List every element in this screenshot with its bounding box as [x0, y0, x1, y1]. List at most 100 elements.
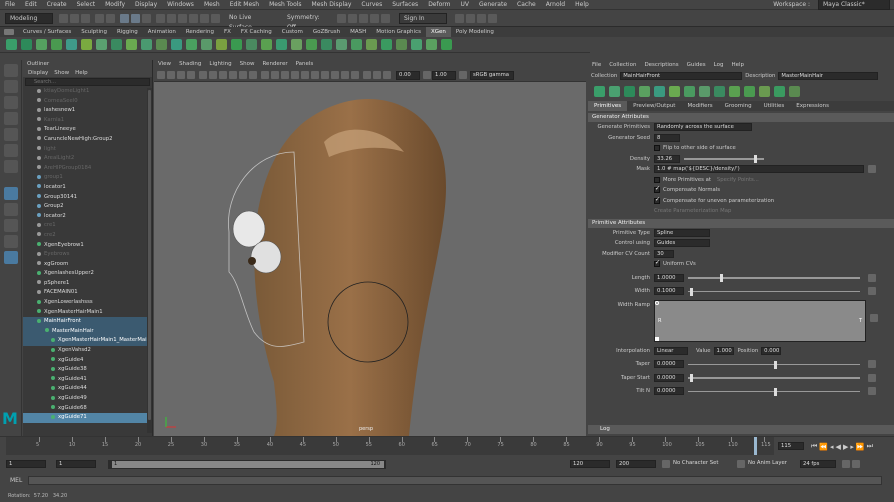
menu-mesh-display[interactable]: Mesh Display — [312, 0, 352, 10]
compensate-normals-checkbox[interactable] — [654, 185, 660, 194]
outliner-item[interactable]: XgenLowerlashsss — [23, 298, 152, 308]
taper-start-slider[interactable] — [688, 374, 860, 382]
xgen-menu-file[interactable]: File — [592, 61, 601, 70]
outliner-item[interactable]: cre1 — [23, 221, 152, 231]
shelf-tab-xgen[interactable]: XGen — [425, 27, 451, 37]
outliner-item[interactable]: MasterMainHair — [23, 326, 152, 337]
viewport-menu-panels[interactable]: Panels — [296, 60, 314, 69]
position-field[interactable]: 0.000 — [761, 346, 782, 355]
width-slider-knob[interactable] — [690, 287, 693, 296]
width-expression-icon[interactable] — [868, 287, 876, 296]
menu-display[interactable]: Display — [135, 0, 157, 10]
density-brush-icon[interactable] — [216, 39, 227, 50]
collection-dropdown[interactable]: MainHairFront — [620, 71, 743, 80]
snap-surface-icon[interactable] — [200, 13, 209, 23]
menu-windows[interactable]: Windows — [167, 0, 194, 10]
shelf-tab-poly-modeling[interactable]: Poly Modeling — [451, 27, 499, 37]
wireframe-icon[interactable] — [261, 71, 269, 79]
outliner-item[interactable]: Group30141 — [23, 193, 152, 203]
menu-mesh-tools[interactable]: Mesh Tools — [269, 0, 301, 10]
outliner-item[interactable]: Karnla1 — [23, 116, 152, 126]
attribute-editor-icon[interactable] — [466, 13, 475, 23]
rebuild-guides-icon[interactable] — [126, 39, 137, 50]
menu-modify[interactable]: Modify — [105, 0, 125, 10]
viewport-menu-show[interactable]: Show — [240, 60, 255, 69]
value-field[interactable]: 1.000 — [713, 346, 734, 355]
taper-start-slider-knob[interactable] — [690, 374, 693, 382]
render-settings-icon[interactable] — [370, 13, 379, 23]
generate-primitives-dropdown[interactable]: Randomly across the surface — [654, 123, 752, 132]
sign-in-button[interactable]: Sign In — [399, 12, 447, 24]
sculpt-guides-icon[interactable] — [81, 39, 92, 50]
step-back-icon[interactable]: ⏪ — [819, 443, 828, 451]
menu-deform[interactable]: Deform — [428, 0, 450, 10]
outliner-item[interactable]: CorneaSeel0 — [23, 97, 152, 107]
history-icon[interactable] — [337, 13, 346, 23]
create-collection-icon[interactable] — [594, 85, 605, 97]
xgen-tab-preview-output[interactable]: Preview/Output — [627, 101, 681, 111]
menu-create[interactable]: Create — [47, 0, 67, 10]
guide-delete-icon[interactable] — [714, 85, 725, 97]
outliner-item[interactable]: xgGroom — [23, 260, 152, 270]
hypershade-icon[interactable] — [381, 13, 390, 23]
bake-guides-icon[interactable] — [156, 39, 167, 50]
outliner-item[interactable]: AreHIPGroup0184 — [23, 164, 152, 174]
symmetry-dropdown[interactable]: Symmetry: Off — [283, 12, 333, 31]
outliner-item[interactable]: ArealLight2 — [23, 154, 152, 164]
shelf-tab-fx-caching[interactable]: FX Caching — [236, 27, 277, 37]
ambient-occlusion-icon[interactable] — [321, 71, 329, 79]
outliner-item[interactable]: lashesnew1 — [23, 106, 152, 116]
xgen-menu-descriptions[interactable]: Descriptions — [644, 61, 678, 70]
control-using-dropdown[interactable]: Guides — [654, 239, 710, 248]
lighting-icon[interactable] — [301, 71, 309, 79]
colorspace-dropdown[interactable]: sRGB gamma — [470, 70, 514, 80]
mask-expression-field[interactable]: 1.0 # map('${DESC}/density/') — [654, 165, 864, 174]
menu-cache[interactable]: Cache — [517, 0, 536, 10]
scene-start-field[interactable]: 1 — [6, 460, 46, 468]
layout-persp-outliner-icon[interactable] — [3, 235, 18, 248]
density-slider[interactable] — [684, 155, 764, 163]
menu-file[interactable]: File — [5, 0, 15, 10]
xgen-menu-collection[interactable]: Collection — [609, 61, 636, 70]
grab-brush-icon[interactable] — [381, 39, 392, 50]
modifier-cv-field[interactable]: 30 — [654, 249, 674, 258]
description-dropdown[interactable]: MasterMainHair — [778, 71, 879, 80]
shelf-tab-fx[interactable]: FX — [219, 27, 236, 37]
guide-split-icon[interactable] — [744, 85, 755, 97]
fps-dropdown[interactable]: 24 fps — [800, 460, 836, 468]
freeze-brush-icon[interactable] — [336, 39, 347, 50]
mode-dropdown[interactable]: Modeling — [5, 12, 53, 24]
ipr-render-icon[interactable] — [359, 13, 368, 23]
xgen-tab-modifiers[interactable]: Modifiers — [681, 101, 718, 111]
outliner-scroll-thumb[interactable] — [148, 90, 151, 420]
gate-mask-icon[interactable] — [229, 71, 237, 79]
outliner-item[interactable]: XgenMasterHairMain1 — [23, 308, 152, 318]
length-expression-icon[interactable] — [868, 273, 876, 282]
xgen-menu-log[interactable]: Log — [714, 61, 724, 70]
length-slider[interactable] — [688, 274, 860, 282]
select-brush-icon[interactable] — [351, 39, 362, 50]
ramp-end-handle[interactable] — [655, 300, 659, 305]
twist-brush-icon[interactable] — [366, 39, 377, 50]
outliner-menu-display[interactable]: Display — [28, 70, 48, 76]
time-slider[interactable]: 5 10 15 20 25 30 35 40 45 50 55 60 65 70 75 80 85 90 95 100… — [0, 436, 894, 456]
width-ramp-widget[interactable]: R T — [654, 299, 866, 342]
groom-settings-icon[interactable] — [441, 39, 452, 50]
last-tool-icon[interactable] — [3, 160, 18, 173]
outliner-item[interactable]: xgGuide68 — [23, 404, 152, 414]
outliner-item[interactable]: xgGuide38 — [23, 365, 152, 375]
layout-single-icon[interactable] — [3, 187, 18, 200]
step-forward-key-icon[interactable]: ▸ — [850, 443, 854, 451]
shelf-tab-rendering[interactable]: Rendering — [181, 27, 219, 37]
compensate-uneven-checkbox[interactable] — [654, 196, 660, 204]
layout-four-icon[interactable] — [3, 203, 18, 216]
xgen-tab-utilities[interactable]: Utilities — [758, 101, 791, 111]
magnet-icon[interactable] — [211, 13, 220, 23]
current-frame-field[interactable]: 115 — [778, 442, 804, 450]
taper-slider[interactable] — [688, 360, 860, 369]
more-primitives-checkbox[interactable] — [654, 176, 660, 183]
outliner-item[interactable]: xgGuide41 — [23, 375, 152, 385]
shelf-tab-custom[interactable]: Custom — [277, 27, 308, 37]
outliner-scrollbar[interactable] — [147, 88, 152, 433]
xgen-menu-help[interactable]: Help — [732, 61, 745, 70]
